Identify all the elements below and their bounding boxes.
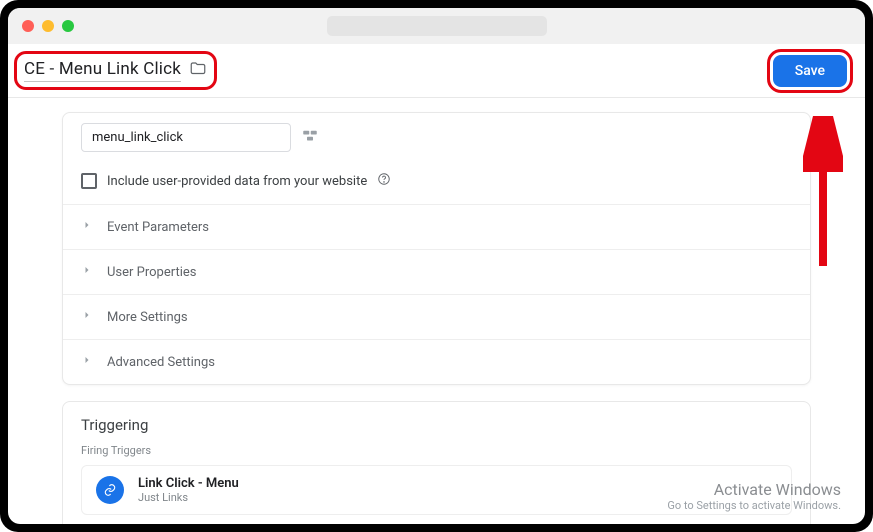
window-close-icon[interactable] (22, 20, 34, 32)
folder-icon[interactable] (189, 60, 207, 82)
window-maximize-icon[interactable] (62, 20, 74, 32)
event-name-value: menu_link_click (92, 130, 183, 145)
include-user-data-row[interactable]: Include user-provided data from your web… (63, 162, 810, 204)
section-user-properties[interactable]: User Properties (63, 249, 810, 294)
include-user-data-label: Include user-provided data from your web… (107, 174, 367, 189)
event-name-input[interactable]: menu_link_click (81, 123, 291, 152)
url-bar[interactable] (327, 16, 547, 36)
chevron-right-icon (81, 309, 93, 325)
section-advanced-settings[interactable]: Advanced Settings (63, 339, 810, 384)
tag-name-field[interactable]: CE - Menu Link Click (18, 55, 213, 86)
chevron-right-icon (81, 354, 93, 370)
chevron-right-icon (81, 219, 93, 235)
window-titlebar (8, 8, 865, 44)
tag-config-card: menu_link_click Include user-provided da… (62, 112, 811, 385)
section-event-parameters[interactable]: Event Parameters (63, 204, 810, 249)
section-more-settings[interactable]: More Settings (63, 294, 810, 339)
variable-picker-icon[interactable] (301, 127, 319, 149)
trigger-type: Just Links (138, 491, 239, 504)
triggering-heading: Triggering (81, 416, 792, 434)
chevron-right-icon (81, 264, 93, 280)
window-minimize-icon[interactable] (42, 20, 54, 32)
save-button[interactable]: Save (773, 55, 847, 87)
tag-name-text: CE - Menu Link Click (24, 59, 181, 82)
help-icon[interactable] (377, 172, 391, 190)
link-icon (96, 476, 124, 504)
trigger-name: Link Click - Menu (138, 476, 239, 491)
triggering-subheading: Firing Triggers (81, 444, 792, 457)
include-user-data-checkbox[interactable] (81, 173, 97, 189)
triggering-card: Triggering Firing Triggers Link Click - … (62, 401, 811, 524)
firing-trigger-item[interactable]: Link Click - Menu Just Links (81, 465, 792, 515)
